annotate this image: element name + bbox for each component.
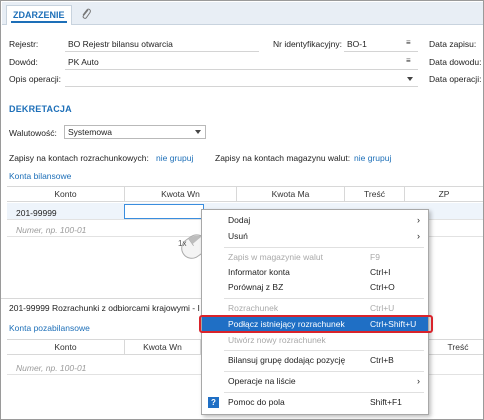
opis-dropdown-icon[interactable] [407, 77, 413, 81]
new-row-placeholder[interactable]: Numer, np. 100-01 [16, 363, 86, 373]
col-kwota-wn[interactable]: Kwota Wn [125, 340, 201, 355]
col-tresc[interactable]: Treść [345, 187, 405, 202]
walutowosc-value: Systemowa [68, 127, 112, 137]
help-icon: ? [208, 397, 219, 408]
rozrachunki-info: 201-99999 Rozrachunki z odbiorcami krajo… [9, 303, 200, 313]
chevron-down-icon [195, 130, 201, 134]
kwota-wn-active-cell[interactable] [124, 204, 204, 219]
dowod-menu-icon[interactable]: ≡ [406, 56, 411, 65]
highlight-ring [199, 315, 433, 333]
zapisy-rozrachunkowe-label: Zapisy na kontach rozrachunkowych: [9, 153, 149, 163]
menu-item-pomoc-do-pola[interactable]: ? Pomoc do pola Shift+F1 [202, 395, 428, 410]
rejestr-label: Rejestr: [9, 39, 39, 49]
nr-identyfikacyjny-field[interactable]: BO-1 [347, 39, 367, 49]
konta-bilansowe-header: Konto Kwota Wn Kwota Ma Treść ZP [7, 186, 483, 202]
menu-item-usun[interactable]: Usuń › [202, 229, 428, 244]
col-tresc[interactable]: Treść [433, 340, 483, 355]
new-row-placeholder[interactable]: Numer, np. 100-01 [16, 225, 86, 235]
col-konto[interactable]: Konto [7, 187, 125, 202]
zapisy-rozrachunkowe-link[interactable]: nie grupuj [156, 153, 193, 163]
menu-item-porownaj-z-bz[interactable]: Porównaj z BZ Ctrl+O [202, 280, 428, 295]
tab-zdarzenie[interactable]: ZDARZENIE [6, 5, 72, 25]
data-dowodu-label: Data dowodu: [429, 57, 482, 67]
chevron-right-icon: › [417, 231, 420, 241]
col-kwota-wn[interactable]: Kwota Wn [125, 187, 237, 202]
nr-menu-icon[interactable]: ≡ [406, 38, 411, 47]
konta-bilansowe-title: Konta bilansowe [9, 171, 72, 181]
menu-item-bilansuj-grupe[interactable]: Bilansuj grupę dodając pozycję Ctrl+B [202, 353, 428, 368]
chevron-right-icon: › [417, 215, 420, 225]
dekretacja-title: DEKRETACJA [9, 104, 72, 114]
walutowosc-label: Walutowość: [9, 128, 57, 138]
dowod-field[interactable]: PK Auto [68, 57, 99, 67]
col-konto[interactable]: Konto [7, 340, 125, 355]
data-zapisu-label: Data zapisu: [429, 39, 477, 49]
konta-pozabilansowe-title: Konta pozabilansowe [9, 323, 90, 333]
row-konto-value[interactable]: 201-99999 [16, 208, 57, 218]
nr-identyfikacyjny-label: Nr identyfikacyjny: [273, 39, 342, 49]
chevron-right-icon: › [417, 376, 420, 386]
data-operacji-label: Data operacji: [429, 74, 482, 84]
menu-item-rozrachunek: Rozrachunek Ctrl+U [228, 303, 395, 313]
col-zp[interactable]: ZP [405, 187, 483, 202]
context-menu: Dodaj › Usuń › Zapis w magazynie walut F… [201, 209, 429, 415]
menu-item-informator-konta[interactable]: Informator konta Ctrl+I [202, 265, 428, 280]
opis-operacji-label: Opis operacji: [9, 74, 61, 84]
menu-item-dodaj[interactable]: Dodaj › [202, 213, 428, 228]
rejestr-field[interactable]: BO Rejestr bilansu otwarcia [68, 39, 173, 49]
walutowosc-select[interactable]: Systemowa [64, 125, 206, 139]
menu-item-utworz-rozrachunek: Utwórz nowy rozrachunek [228, 335, 326, 345]
col-kwota-ma[interactable]: Kwota Ma [237, 187, 345, 202]
dowod-label: Dowód: [9, 57, 38, 67]
menu-item-zapis-w-magazynie: Zapis w magazynie walut F9 [228, 252, 380, 262]
paperclip-icon[interactable] [78, 7, 94, 23]
zapisy-magazyn-label: Zapisy na kontach magazynu walut: [215, 153, 351, 163]
click-count-label: 1x [178, 239, 187, 248]
window: ZDARZENIE Rejestr: BO Rejestr bilansu ot… [0, 0, 484, 420]
zapisy-magazyn-link[interactable]: nie grupuj [354, 153, 391, 163]
opis-operacji-field[interactable] [65, 72, 418, 85]
menu-item-operacje-na-liscie[interactable]: Operacje na liście › [202, 374, 428, 389]
tab-bar: ZDARZENIE [2, 2, 483, 25]
